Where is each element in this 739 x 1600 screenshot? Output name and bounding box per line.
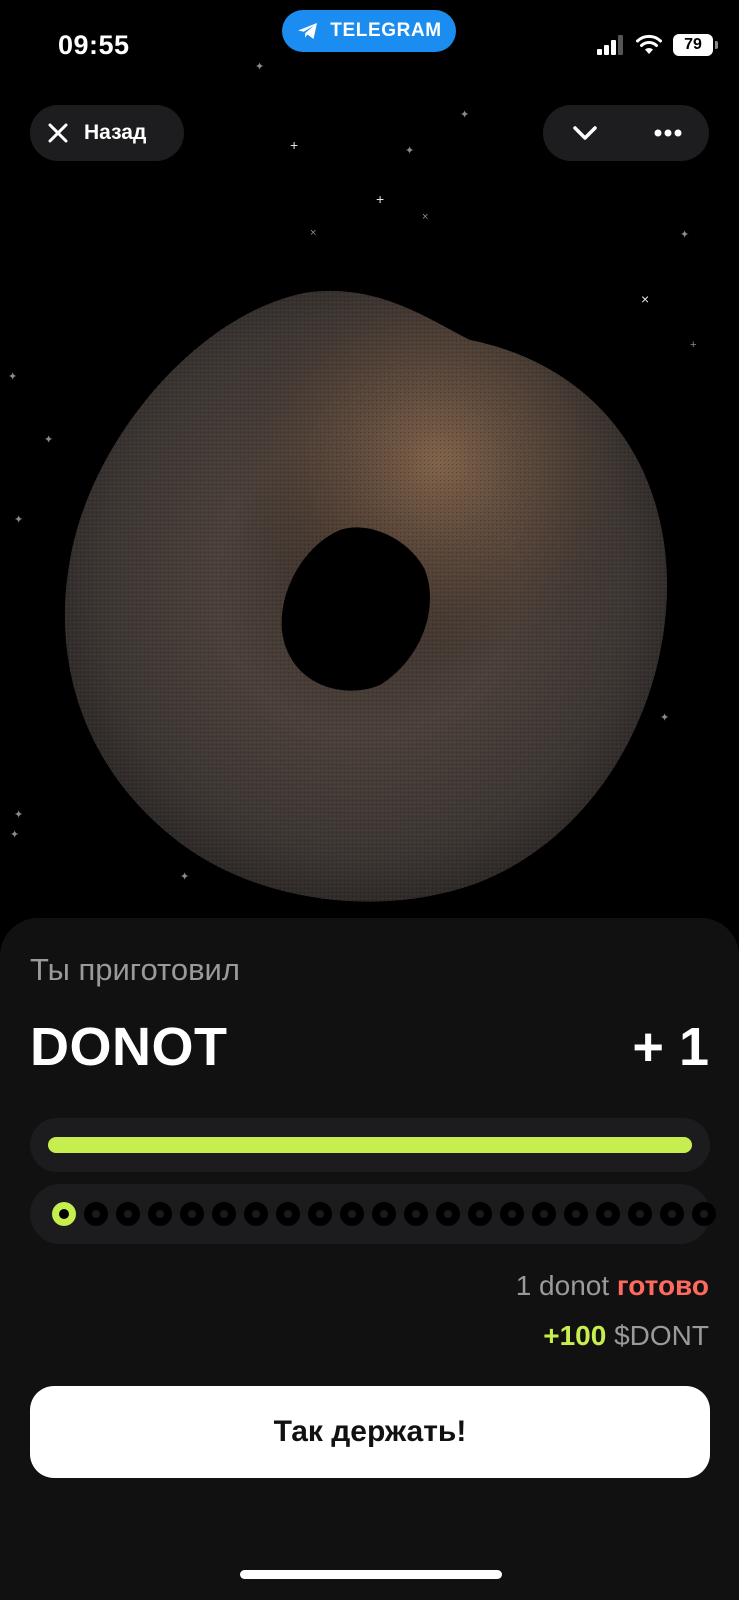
progress-bar-fill (48, 1137, 692, 1153)
item-name: DONOT (30, 1017, 228, 1077)
step-dot (404, 1202, 428, 1226)
star-icon: ✦ (14, 514, 24, 526)
step-dot (436, 1202, 460, 1226)
step-dot (84, 1202, 108, 1226)
chevron-down-icon[interactable] (569, 117, 601, 149)
progress-bar (30, 1118, 710, 1172)
step-dots (52, 1202, 716, 1226)
signal-icon (597, 35, 623, 55)
step-dot (372, 1202, 396, 1226)
step-dot (276, 1202, 300, 1226)
step-dot (244, 1202, 268, 1226)
reward-amount: +100 (543, 1320, 607, 1351)
battery-icon: 79 (673, 34, 718, 56)
result-sheet: Ты приготовил DONOT + 1 1 donot готово +… (0, 918, 739, 1600)
reward-line: +100 $DONT (543, 1320, 709, 1352)
star-icon: ✦ (8, 371, 18, 383)
header-actions (543, 105, 709, 161)
ready-word: готово (616, 1270, 709, 1301)
step-dot (340, 1202, 364, 1226)
step-dot (212, 1202, 236, 1226)
step-dot (148, 1202, 172, 1226)
close-icon (48, 123, 68, 143)
star-icon: ✦ (14, 809, 24, 821)
step-dot (564, 1202, 588, 1226)
donut-image (50, 290, 690, 910)
star-icon: + (690, 339, 697, 351)
wifi-icon (636, 34, 662, 54)
telegram-icon (298, 23, 318, 39)
step-indicator (30, 1184, 716, 1244)
ready-count: 1 donot (515, 1270, 610, 1301)
ready-status: 1 donot готово (516, 1270, 709, 1302)
status-bar: 09:55 TELEGRAM 79 (0, 0, 739, 90)
home-indicator[interactable] (240, 1570, 502, 1579)
telegram-pill-label: TELEGRAM (330, 20, 442, 41)
battery-level: 79 (684, 36, 702, 53)
star-icon: ✦ (10, 829, 20, 841)
star-icon: ✦ (680, 229, 690, 241)
step-dot (532, 1202, 556, 1226)
star-icon: × (310, 227, 317, 239)
reward-currency: $DONT (614, 1320, 709, 1351)
step-dot (628, 1202, 652, 1226)
step-dot (308, 1202, 332, 1226)
step-dot (180, 1202, 204, 1226)
star-icon: + (376, 191, 385, 207)
back-button[interactable]: Назад (30, 105, 184, 161)
step-dot (468, 1202, 492, 1226)
star-icon: + (290, 137, 299, 153)
star-icon: ✦ (460, 109, 470, 121)
step-dot (500, 1202, 524, 1226)
star-icon: ✦ (405, 145, 415, 157)
result-subtitle: Ты приготовил (30, 952, 240, 987)
step-dot-active (52, 1202, 76, 1226)
item-count: + 1 (632, 1017, 709, 1077)
step-dot (116, 1202, 140, 1226)
back-button-label: Назад (84, 121, 147, 144)
status-time: 09:55 (58, 30, 130, 60)
star-icon: × (422, 211, 429, 223)
step-dot (596, 1202, 620, 1226)
step-dot (692, 1202, 716, 1226)
keep-it-up-button[interactable]: Так держать! (30, 1386, 710, 1478)
star-icon: ✦ (255, 61, 265, 73)
status-indicators: 79 (597, 34, 718, 56)
more-options-icon[interactable] (652, 117, 684, 149)
step-dot (660, 1202, 684, 1226)
telegram-pill[interactable]: TELEGRAM (282, 10, 456, 52)
